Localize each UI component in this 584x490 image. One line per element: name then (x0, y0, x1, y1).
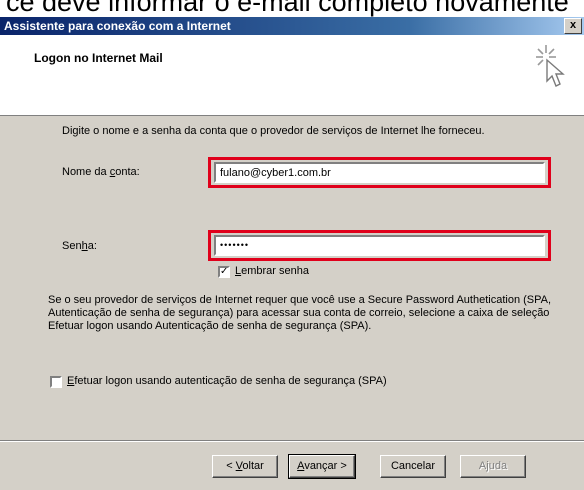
account-name-input[interactable]: fulano@cyber1.com.br (214, 162, 545, 183)
footer-separator (0, 440, 584, 442)
close-button[interactable]: x (564, 18, 582, 34)
wizard-window: Assistente para conexão com a Internet x… (0, 17, 584, 490)
spa-checkbox-label[interactable]: Efetuar logon usando autenticação de sen… (67, 375, 387, 387)
remember-password-label[interactable]: Lembrar senha (235, 265, 309, 277)
remember-password-checkbox[interactable]: ✓ (218, 266, 230, 278)
account-name-label: Nome da conta: (62, 166, 140, 178)
back-button[interactable]: < Voltar (212, 455, 278, 478)
page-caption: ce deve informar o e-mail completo novam… (6, 0, 569, 17)
wizard-content: Digite o nome e a senha da conta que o p… (0, 116, 584, 490)
cancel-button[interactable]: Cancelar (380, 455, 446, 478)
wizard-sparkle-icon (536, 45, 565, 87)
spa-info-text: Se o seu provedor de serviços de Interne… (48, 294, 552, 332)
page-title: Logon no Internet Mail (34, 51, 163, 65)
title-bar[interactable]: Assistente para conexão com a Internet x (0, 17, 584, 35)
window-title: Assistente para conexão com a Internet (4, 19, 231, 33)
password-input[interactable]: ••••••• (214, 235, 545, 256)
intro-text: Digite o nome e a senha da conta que o p… (62, 125, 485, 137)
password-label: Senha: (62, 240, 97, 252)
spa-checkbox[interactable] (50, 376, 62, 388)
help-button[interactable]: Ajuda (460, 455, 526, 478)
next-button[interactable]: Avançar > (288, 454, 356, 479)
wizard-header: Logon no Internet Mail (0, 35, 584, 116)
